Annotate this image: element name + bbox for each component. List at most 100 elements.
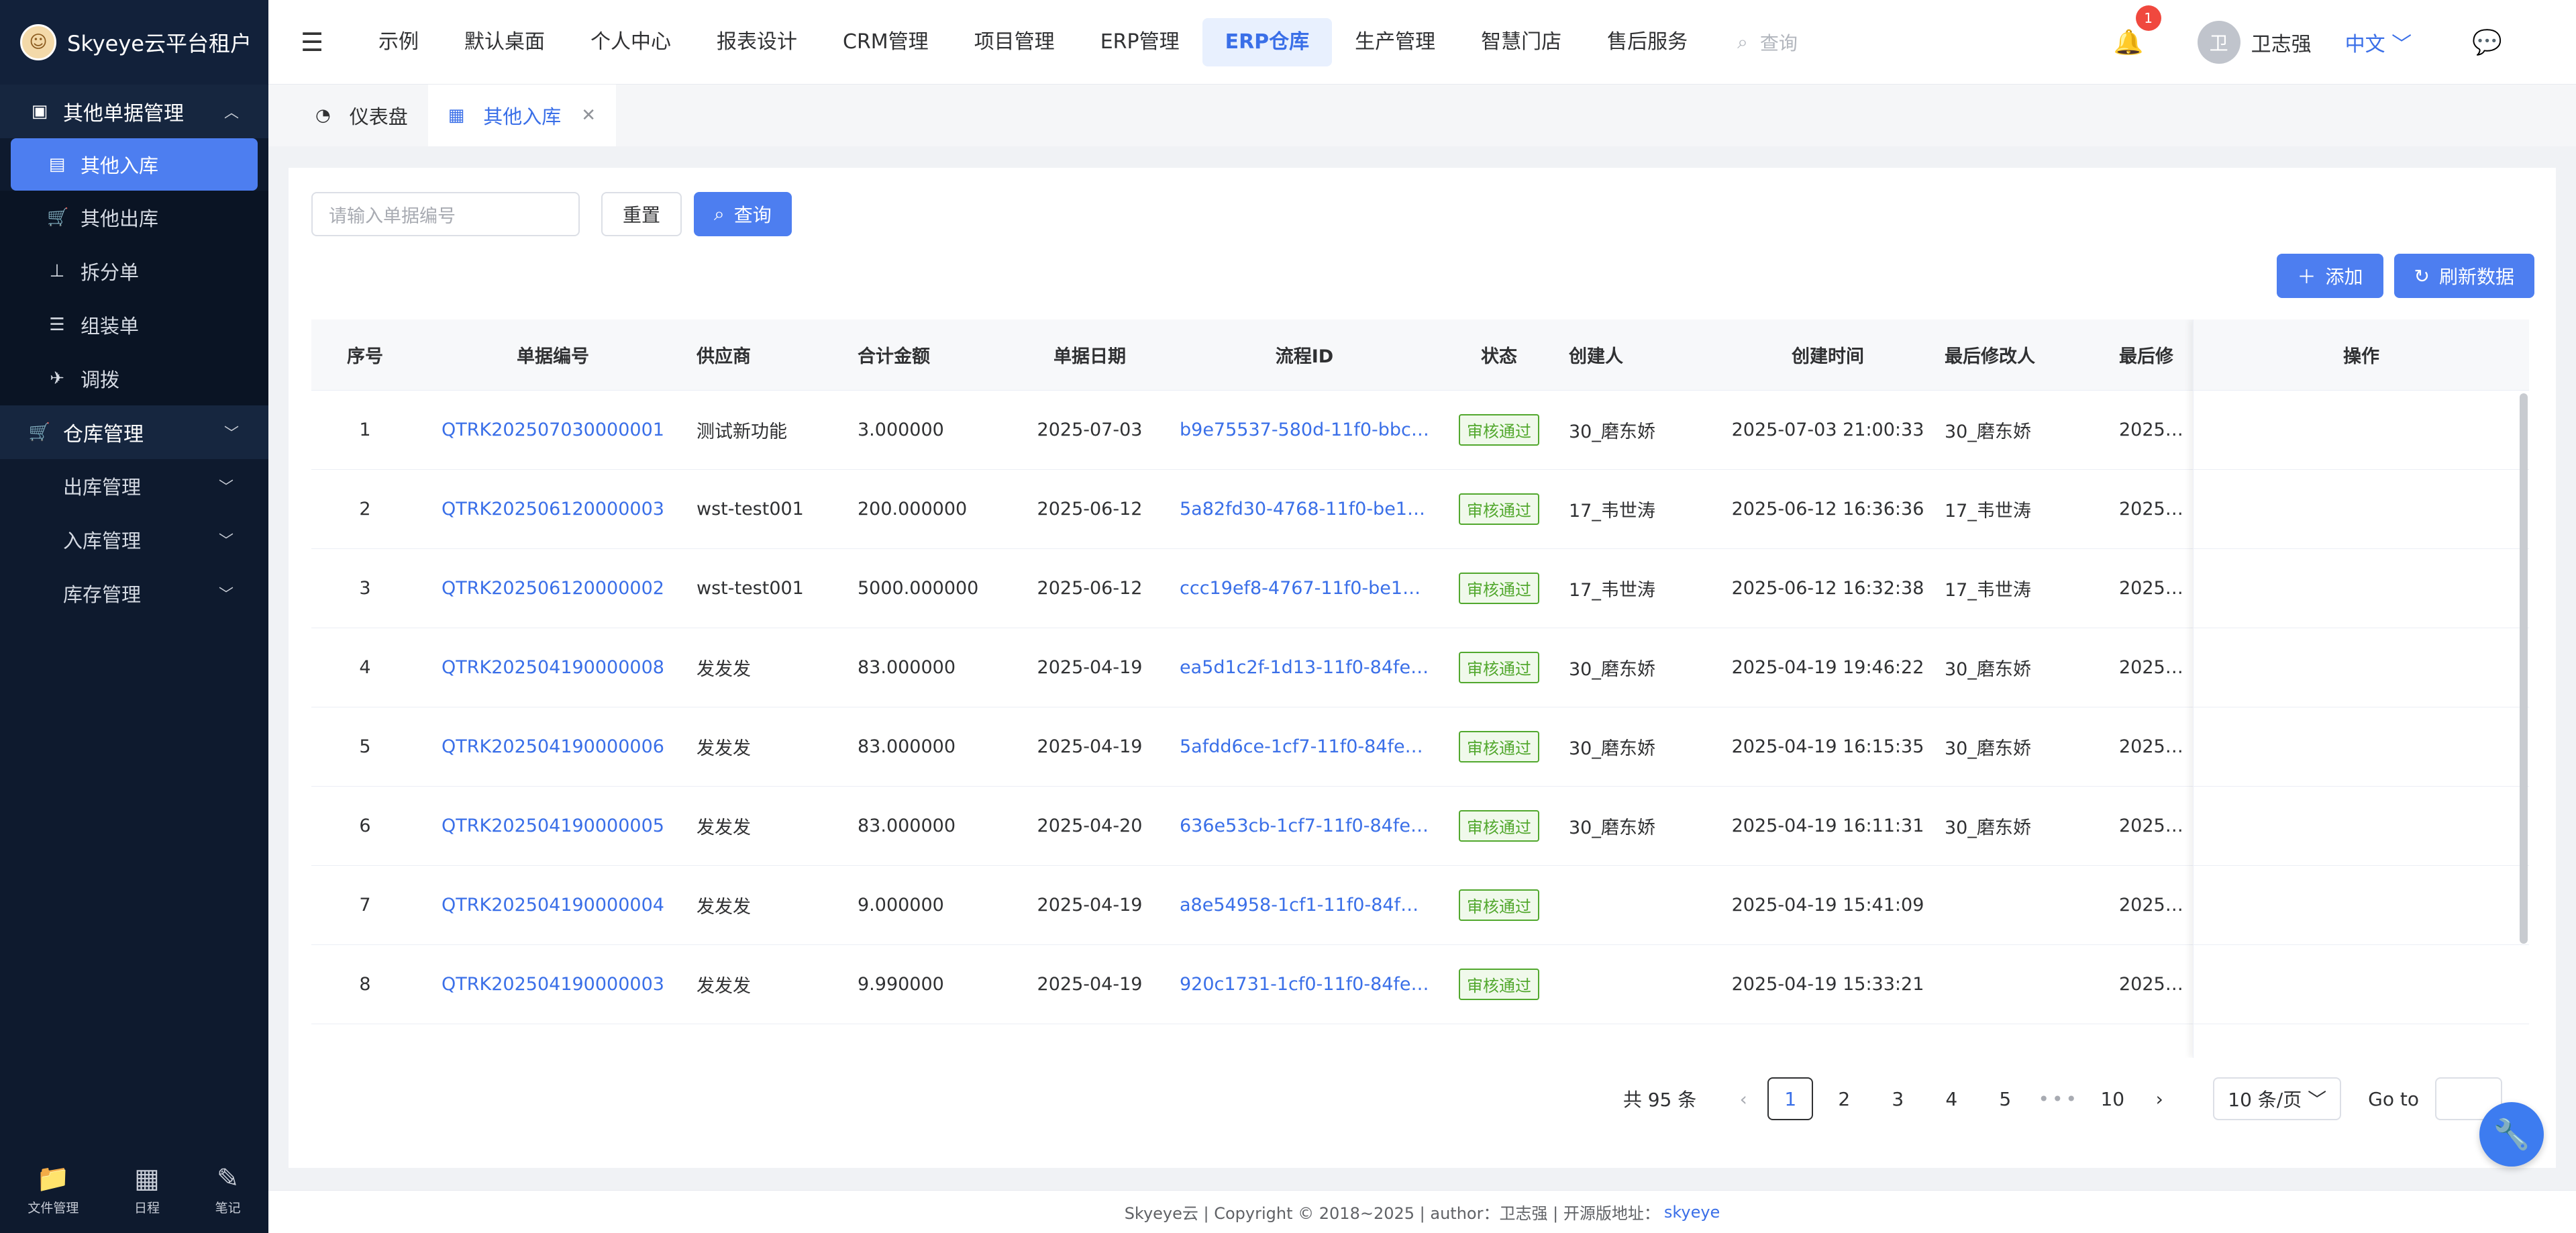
doc-number-link[interactable]: QTRK202506120000002 [419,578,687,599]
notes-button[interactable]: ✎ 笔记 [215,1163,241,1216]
process-id-link[interactable]: a8e54958-1cf1-11f0-84fe-0... [1170,895,1439,916]
avatar[interactable]: 卫 [2197,21,2240,64]
page-number[interactable]: 2 [1821,1077,1867,1120]
refresh-button[interactable]: ↻ 刷新数据 [2393,254,2534,298]
process-id-link[interactable]: 5afdd6ce-1cf7-11f0-84fe-0... [1170,736,1439,757]
sidebar-item-other-inbound[interactable]: ▤ 其他入库 [11,138,258,191]
last-modified: 2025-07- [2119,420,2194,440]
status-cell: 审核通过 [1439,573,1559,604]
nav-tab[interactable]: 报表设计 [694,18,820,66]
grid-icon: ▦ [448,105,465,126]
doc-number-link[interactable]: QTRK202504190000005 [419,816,687,836]
doc-number-link[interactable]: QTRK202507030000001 [419,420,687,440]
nav-tab[interactable]: 项目管理 [951,18,1078,66]
doc-date: 2025-04-19 [1037,657,1143,678]
page-size-select[interactable]: 10 条/页 ﹀ [2213,1077,2342,1120]
creator: 30_磨东娇 [1569,659,1655,680]
nav-tab[interactable]: 默认桌面 [442,18,568,66]
sidebar-group-other-docs[interactable]: ▣ 其他单据管理 ︿ [0,85,268,138]
calendar-icon: ▦ [134,1163,160,1194]
nav-tab[interactable]: ERP管理 [1078,18,1202,66]
sidebar-sub-label: 入库管理 [63,530,142,552]
page-tab-other-inbound[interactable]: ▦ 其他入库 ✕ [427,85,617,146]
list-icon: ☰ [49,315,65,335]
more-pages[interactable]: ••• [2036,1077,2081,1120]
nav-tab-active[interactable]: ERP仓库 [1202,17,1333,66]
page-size-label: 10 条/页 [2228,1089,2302,1111]
footer-link[interactable]: skyeye [1664,1203,1720,1222]
sidebar-item-assembly[interactable]: ☰ 组装单 [0,298,268,352]
nav-tab[interactable]: 生产管理 [1332,18,1458,66]
sidebar-sub-outbound[interactable]: 出库管理 ﹀ [0,459,268,513]
doc-number-link[interactable]: QTRK202504190000003 [419,974,687,995]
page-number[interactable]: 4 [1928,1077,1974,1120]
topbar-right: 🔔 1 卫 卫志强 中文 ﹀ 💬 [2114,0,2576,85]
page-number[interactable]: 3 [1875,1077,1920,1120]
add-button[interactable]: ＋ 添加 [2277,254,2383,298]
nav-tab[interactable]: CRM管理 [820,18,951,66]
process-id-link[interactable]: ccc19ef8-4767-11f0-be13-... [1170,578,1439,599]
next-page-icon[interactable]: › [2139,1088,2179,1110]
process-id-link[interactable]: ea5d1c2f-1d13-11f0-84fe-... [1170,657,1439,678]
brand[interactable]: ☺ Skyeye云平台租户 [0,0,268,85]
chevron-down-icon: ﹀ [2391,33,2412,56]
row-index: 6 [359,816,371,836]
sidebar-item-other-outbound[interactable]: 🛒 其他出库 [0,191,268,244]
page-number[interactable]: 1 [1767,1077,1814,1120]
total-amount: 83.000000 [858,657,956,678]
doc-number-input[interactable]: 请输入单据编号 [311,192,580,236]
doc-number-link[interactable]: QTRK202504190000006 [419,736,687,757]
supplier: 发发发 [697,818,751,838]
sidebar-item-split[interactable]: ⊥ 拆分单 [0,244,268,298]
sidebar-sub-inbound[interactable]: 入库管理 ﹀ [0,513,268,566]
user-name[interactable]: 卫志强 [2251,28,2312,57]
doc-date: 2025-04-19 [1037,895,1143,916]
menu-toggle-icon[interactable]: ☰ [268,28,356,57]
calendar-button[interactable]: ▦ 日程 [134,1163,160,1216]
sidebar-item-label: 其他入库 [81,154,159,177]
page-tab-dashboard[interactable]: ◔ 仪表盘 [295,85,428,146]
prev-page-icon[interactable]: ‹ [1723,1088,1763,1110]
process-id-link[interactable]: 920c1731-1cf0-11f0-84fe-0... [1170,974,1439,995]
page-tabs: ◔ 仪表盘 ▦ 其他入库 ✕ [268,85,2576,146]
sidebar-sub-label: 出库管理 [63,476,142,499]
status-badge: 审核通过 [1459,652,1539,683]
nav-tab[interactable]: 示例 [356,18,442,66]
close-icon[interactable]: ✕ [581,105,596,126]
total-amount: 83.000000 [858,736,956,757]
page-number[interactable]: 5 [1982,1077,2028,1120]
bell-icon[interactable]: 🔔 1 [2114,5,2161,56]
process-id-link[interactable]: 636e53cb-1cf7-11f0-84fe-0... [1170,816,1439,836]
pagination: 共 95 条 ‹ 1 2 3 4 5 ••• 10 › 10 条/页 ﹀ Go … [1623,1077,2502,1120]
creator: 17_韦世涛 [1569,501,1655,522]
nav-tab[interactable]: 智慧门店 [1458,18,1584,66]
top-search[interactable]: ⌕ 查询 [1737,29,1798,56]
page-number[interactable]: 10 [2090,1077,2135,1120]
process-id-link[interactable]: b9e75537-580d-11f0-bbc4... [1170,420,1439,440]
doc-date: 2025-06-12 [1037,499,1143,520]
language-select[interactable]: 中文 ﹀ [2345,28,2412,57]
nav-tab[interactable]: 售后服务 [1584,18,1710,66]
vertical-scrollbar[interactable] [2520,393,2528,944]
status-badge: 审核通过 [1459,969,1539,1000]
process-id-link[interactable]: 5a82fd30-4768-11f0-be13-... [1170,499,1439,520]
last-modified: 2025-04- [2119,736,2194,757]
doc-number-link[interactable]: QTRK202504190000008 [419,657,687,678]
doc-number-link[interactable]: QTRK202504190000004 [419,895,687,916]
wrench-icon[interactable]: 🔧 [2479,1102,2544,1167]
sidebar-item-label: 组装单 [81,315,140,338]
reset-button[interactable]: 重置 [601,192,682,236]
last-modifier: 30_磨东娇 [1945,422,2031,442]
sidebar-group-warehouse[interactable]: 🛒 仓库管理 ﹀ [0,405,268,459]
sidebar-sub-inventory[interactable]: 库存管理 ﹀ [0,566,268,620]
chevron-up-icon: ︿ [223,105,239,121]
supplier: wst-test001 [697,578,804,599]
chat-icon[interactable]: 💬 [2472,28,2502,56]
last-modifier: 17_韦世涛 [1945,580,2031,601]
file-manager-button[interactable]: 📁 文件管理 [28,1163,79,1216]
sidebar-item-transfer[interactable]: ✈ 调拨 [0,352,268,405]
nav-tab[interactable]: 个人中心 [568,18,694,66]
doc-number-link[interactable]: QTRK202506120000003 [419,499,687,520]
query-button[interactable]: ⌕ 查询 [694,192,792,236]
sitemap-icon: ⊥ [49,261,65,281]
